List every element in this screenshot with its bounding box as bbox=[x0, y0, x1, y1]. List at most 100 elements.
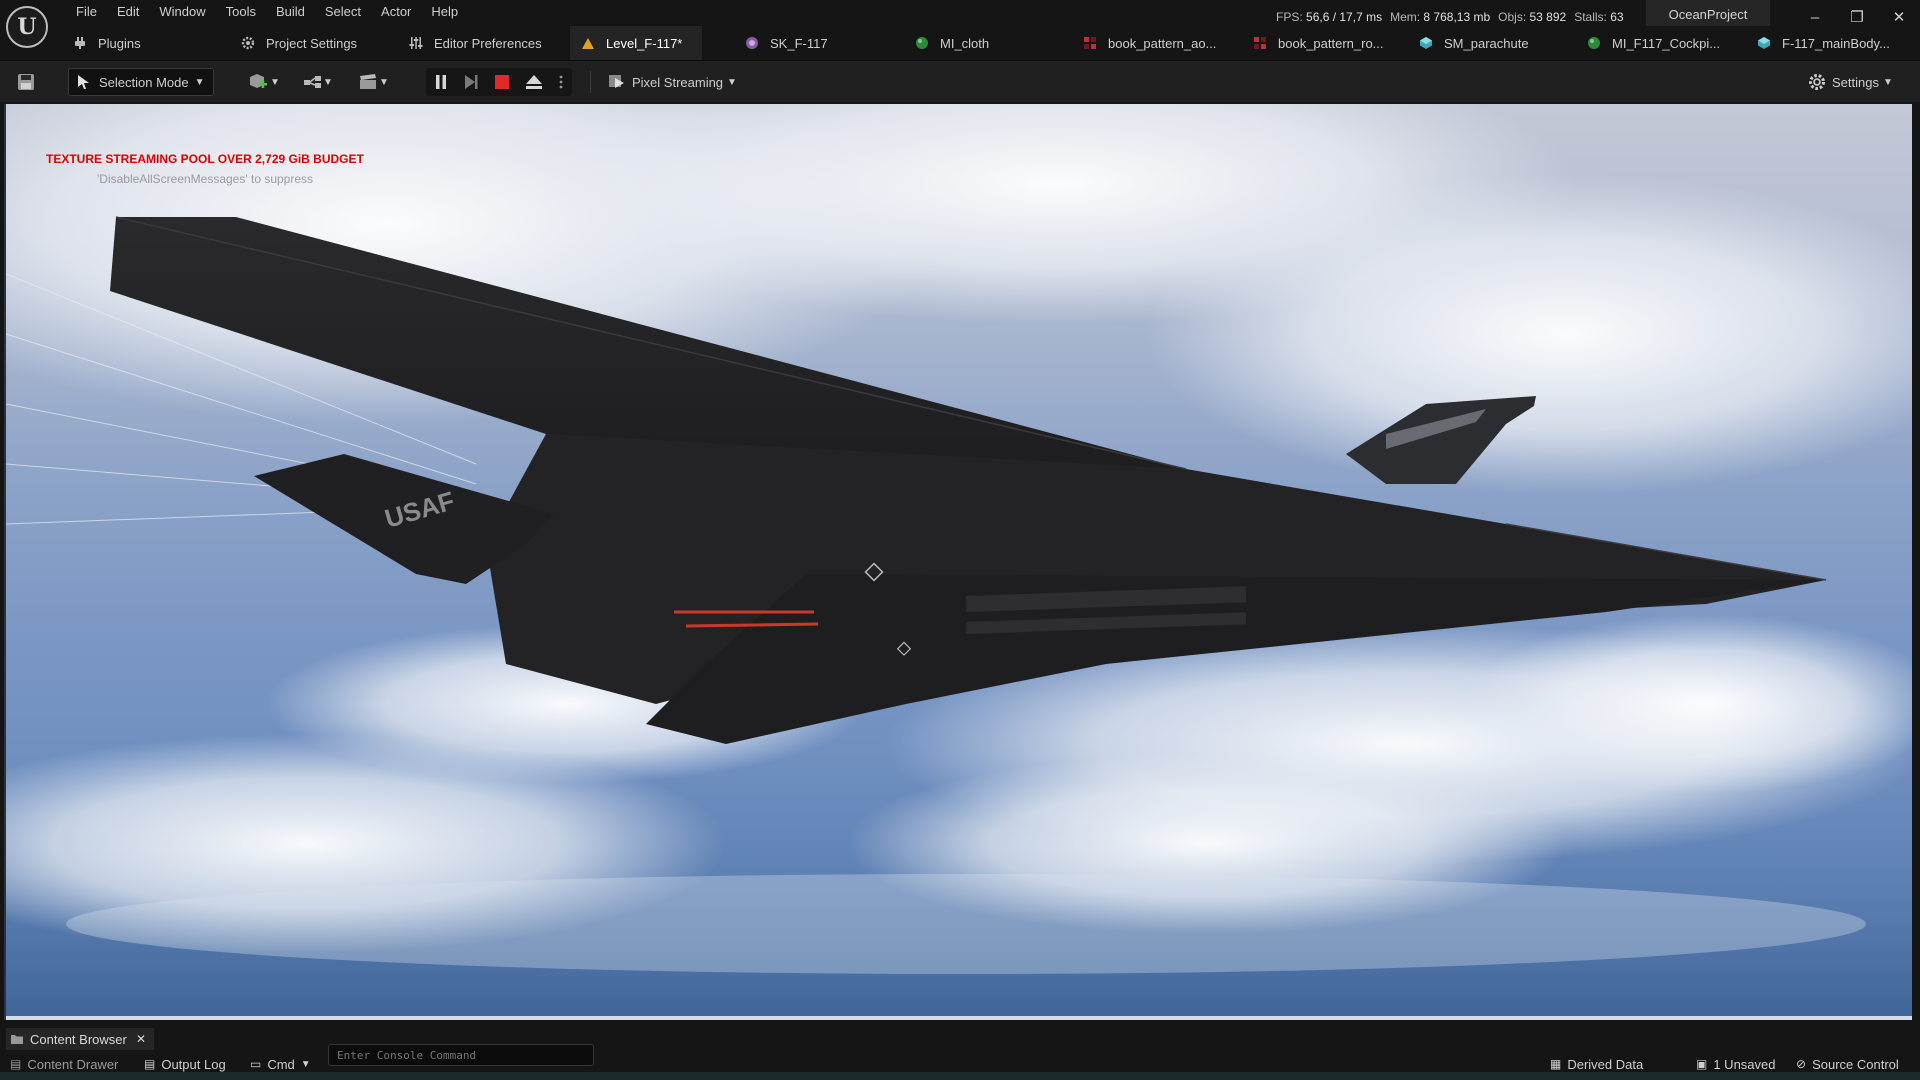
mem-label: Mem: bbox=[1390, 10, 1421, 24]
menu-help[interactable]: Help bbox=[421, 0, 468, 26]
tab-sk-f117-label: SK_F-117 bbox=[770, 35, 828, 51]
chevron-down-icon: ▼ bbox=[300, 1058, 311, 1070]
database-icon: ▦ bbox=[1550, 1057, 1562, 1071]
material-instance-icon bbox=[914, 35, 930, 51]
pixel-streaming-icon bbox=[609, 75, 624, 88]
derived-data-label: Derived Data bbox=[1567, 1056, 1644, 1072]
cmd-label: Cmd bbox=[267, 1056, 295, 1072]
project-name[interactable]: OceanProject bbox=[1646, 0, 1770, 28]
unreal-logo-icon[interactable]: U bbox=[6, 6, 48, 48]
output-log-label: Output Log bbox=[161, 1056, 226, 1072]
eject-icon[interactable] bbox=[525, 74, 543, 90]
status-strip bbox=[0, 1072, 1920, 1080]
tab-project-settings[interactable]: Project Settings bbox=[240, 26, 357, 60]
chevron-down-icon: ▼ bbox=[379, 76, 389, 88]
viewport-settings-button[interactable]: Settings ▼ bbox=[1808, 68, 1908, 96]
blueprint-icon bbox=[304, 76, 322, 88]
tab-editor-preferences-label: Editor Preferences bbox=[434, 35, 542, 51]
step-frame-icon[interactable] bbox=[463, 74, 479, 90]
tab-book-pattern-ro-label: book_pattern_ro... bbox=[1278, 35, 1384, 51]
content-drawer-label: Content Drawer bbox=[27, 1056, 119, 1072]
tab-project-settings-label: Project Settings bbox=[266, 35, 358, 51]
unsaved-icon: ▣ bbox=[1696, 1057, 1708, 1071]
add-actor-button[interactable]: ▼ bbox=[244, 68, 284, 96]
cinematics-button[interactable]: ▼ bbox=[354, 68, 394, 96]
pixel-streaming-label: Pixel Streaming bbox=[632, 74, 724, 90]
tab-sm-parachute-label: SM_parachute bbox=[1444, 35, 1529, 51]
folder-icon bbox=[11, 1035, 23, 1044]
menu-select[interactable]: Select bbox=[315, 0, 371, 26]
menu-tools[interactable]: Tools bbox=[216, 0, 266, 26]
drawer-icon: ▤ bbox=[10, 1057, 22, 1071]
texture-icon bbox=[1082, 35, 1098, 51]
play-controls bbox=[426, 68, 572, 96]
add-actor-icon bbox=[250, 74, 268, 88]
menu-edit[interactable]: Edit bbox=[107, 0, 149, 26]
objs-value: 53 892 bbox=[1529, 10, 1567, 24]
viewport-scene: USAF bbox=[6, 104, 1912, 974]
tab-book-pattern-ro[interactable]: book_pattern_ro... bbox=[1252, 26, 1384, 60]
tab-mi-f117-cockpit-label: MI_F117_Cockpi... bbox=[1612, 35, 1721, 51]
level-viewport[interactable]: USAF TEXTURE STREAMING POOL OVER 2,729 G… bbox=[4, 104, 1912, 1020]
main-menu: File Edit Window Tools Build Select Acto… bbox=[66, 0, 468, 26]
tab-sk-f117[interactable]: SK_F-117 bbox=[744, 26, 828, 60]
close-icon[interactable]: ✕ bbox=[136, 1032, 146, 1046]
blueprints-button[interactable]: ▼ bbox=[298, 68, 338, 96]
level-icon bbox=[580, 35, 596, 51]
menu-actor[interactable]: Actor bbox=[371, 0, 421, 26]
menu-window[interactable]: Window bbox=[149, 0, 215, 26]
static-mesh-icon bbox=[1418, 35, 1434, 51]
menu-build[interactable]: Build bbox=[266, 0, 315, 26]
stalls-value: 63 bbox=[1610, 10, 1624, 24]
tab-book-pattern-ao[interactable]: book_pattern_ao... bbox=[1082, 26, 1216, 60]
stalls-label: Stalls: bbox=[1574, 10, 1607, 24]
menu-file[interactable]: File bbox=[66, 0, 107, 26]
terminal-icon: ▭ bbox=[250, 1057, 262, 1071]
output-log-icon: ▤ bbox=[144, 1057, 156, 1071]
static-mesh-icon bbox=[1756, 35, 1772, 51]
chevron-down-icon: ▼ bbox=[1882, 76, 1893, 88]
tab-f117-mainbody[interactable]: F-117_mainBody... bbox=[1756, 26, 1890, 60]
unsaved-label: 1 Unsaved bbox=[1713, 1056, 1776, 1072]
source-control-icon: ⊘ bbox=[1796, 1057, 1807, 1071]
save-icon[interactable] bbox=[14, 68, 38, 96]
menu-bar: U File Edit Window Tools Build Select Ac… bbox=[0, 0, 1920, 48]
sliders-icon bbox=[408, 35, 424, 51]
plug-icon bbox=[72, 35, 88, 51]
document-tab-bar: Plugins Project Settings Editor Preferen… bbox=[0, 26, 1920, 60]
texture-icon bbox=[1252, 35, 1268, 51]
mem-value: 8 768,13 mb bbox=[1423, 10, 1491, 24]
pixel-streaming-button[interactable]: Pixel Streaming ▼ bbox=[608, 68, 744, 96]
pause-icon[interactable] bbox=[434, 74, 448, 90]
selection-mode-button[interactable]: Selection Mode ▼ bbox=[68, 68, 214, 96]
fps-label: FPS: bbox=[1276, 10, 1303, 24]
chevron-down-icon: ▼ bbox=[270, 76, 280, 88]
suppress-messages-hint: 'DisableAllScreenMessages' to suppress bbox=[97, 172, 314, 186]
fps-value: 56,6 bbox=[1306, 10, 1330, 24]
frame-ms-value: / 17,7 ms bbox=[1332, 10, 1383, 24]
tab-mi-cloth[interactable]: MI_cloth bbox=[914, 26, 989, 60]
skeletal-mesh-icon bbox=[744, 35, 760, 51]
tab-level-f117-label: Level_F-117* bbox=[606, 35, 683, 51]
tab-sm-parachute[interactable]: SM_parachute bbox=[1418, 26, 1529, 60]
tab-plugins[interactable]: Plugins bbox=[72, 26, 141, 60]
console-command-input[interactable] bbox=[328, 1044, 594, 1066]
content-browser-tab[interactable]: Content Browser ✕ bbox=[6, 1028, 154, 1050]
material-instance-icon bbox=[1586, 35, 1602, 51]
gear-icon bbox=[1809, 74, 1825, 90]
chevron-down-icon: ▼ bbox=[194, 76, 205, 88]
tab-plugins-label: Plugins bbox=[98, 35, 141, 51]
clapperboard-icon bbox=[360, 74, 377, 89]
settings-label: Settings bbox=[1832, 74, 1879, 90]
tab-mi-f117-cockpit[interactable]: MI_F117_Cockpi... bbox=[1586, 26, 1720, 60]
more-options-icon[interactable] bbox=[558, 74, 564, 90]
source-control-label: Source Control bbox=[1812, 1056, 1899, 1072]
tab-level-f117[interactable]: Level_F-117* bbox=[570, 26, 703, 60]
stop-icon[interactable] bbox=[494, 74, 510, 90]
selection-mode-label: Selection Mode bbox=[99, 74, 189, 90]
chevron-down-icon: ▼ bbox=[323, 76, 333, 88]
tab-book-pattern-ao-label: book_pattern_ao... bbox=[1108, 35, 1217, 51]
level-editor-toolbar: Selection Mode ▼ ▼ ▼ ▼ Pixel Streaming ▼… bbox=[0, 60, 1920, 102]
tab-editor-preferences[interactable]: Editor Preferences bbox=[408, 26, 542, 60]
toolbar-divider bbox=[590, 71, 591, 93]
